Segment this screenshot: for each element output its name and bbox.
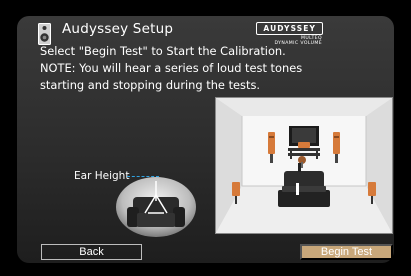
instruction-line-3: starting and stopping during the tests. — [40, 78, 260, 92]
begin-test-button[interactable]: Begin Test — [300, 244, 393, 260]
speaker-icon — [38, 23, 51, 45]
audyssey-logo: AUDYSSEY MULTEQ DYNAMIC VOLUME — [227, 16, 323, 46]
instructions: Select "Begin Test" to Start the Calibra… — [40, 43, 330, 94]
back-button[interactable]: Back — [41, 244, 142, 260]
room-illustration — [215, 97, 393, 234]
ear-height-diagram — [116, 177, 196, 237]
instruction-line-2: NOTE: You will hear a series of loud tes… — [40, 61, 303, 75]
page-title: Audyssey Setup — [62, 21, 174, 37]
instruction-line-1: Select "Begin Test" to Start the Calibra… — [40, 44, 286, 58]
logo-brand: AUDYSSEY — [256, 22, 323, 35]
room-layout-graphic — [216, 98, 392, 233]
